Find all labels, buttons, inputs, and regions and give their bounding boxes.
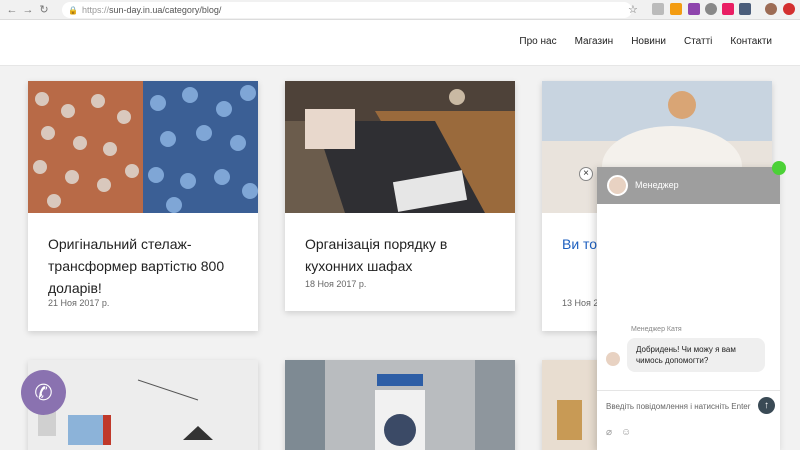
extension-icon[interactable] xyxy=(739,3,751,15)
blog-card[interactable] xyxy=(285,360,515,450)
chat-header-name: Менеджер xyxy=(635,180,679,190)
menu-item-about[interactable]: Про нас xyxy=(519,36,556,47)
emoji-icon[interactable]: ☺ xyxy=(621,427,631,438)
extension-icon[interactable] xyxy=(688,3,700,15)
manager-avatar xyxy=(607,175,628,196)
address-bar[interactable]: 🔒 https:// sun-day.in.ua/category/blog/ xyxy=(62,2,632,18)
chat-widget: Менеджер Менеджер Катя Добридень! Чи мож… xyxy=(597,161,786,450)
send-arrow-icon[interactable]: ↑ xyxy=(758,397,775,414)
post-title[interactable]: Організація порядку в кухонних шафах xyxy=(305,233,495,277)
extension-icon[interactable] xyxy=(783,3,795,15)
message-avatar xyxy=(606,352,620,366)
post-date: 18 Ноя 2017 р. xyxy=(305,279,367,289)
post-title[interactable]: Оригінальний стелаж-трансформер вартістю… xyxy=(48,233,238,299)
menu-item-shop[interactable]: Магазин xyxy=(575,36,614,47)
browser-toolbar: ← → ↻ 🔒 https:// sun-day.in.ua/category/… xyxy=(0,0,800,20)
online-status-dot xyxy=(772,161,786,175)
post-image[interactable] xyxy=(285,360,515,450)
menu-item-contacts[interactable]: Контакти xyxy=(730,36,772,47)
post-image[interactable] xyxy=(28,360,258,450)
blog-card[interactable]: Організація порядку в кухонних шафах 18 … xyxy=(285,81,515,311)
back-icon[interactable]: ← xyxy=(4,2,20,18)
attach-clip-icon[interactable]: ⌀ xyxy=(606,427,612,438)
chat-header[interactable]: Менеджер xyxy=(597,161,786,204)
chat-close-button[interactable]: × xyxy=(579,167,593,181)
chat-message-bubble: Добридень! Чи можу я вам чимось допомогт… xyxy=(627,338,765,372)
message-author: Менеджер Катя xyxy=(631,326,682,333)
extension-icon[interactable] xyxy=(705,3,717,15)
site-header: Про нас Магазин Новини Статті Контакти xyxy=(0,20,800,66)
reload-icon[interactable]: ↻ xyxy=(36,2,52,18)
chat-input-placeholder[interactable]: Введіть повідомлення і натисніть Enter xyxy=(606,401,756,412)
post-image[interactable] xyxy=(28,81,258,213)
menu-item-articles[interactable]: Статті xyxy=(684,36,712,47)
chat-input-area[interactable]: Введіть повідомлення і натисніть Enter ↑… xyxy=(597,390,780,450)
bookmark-star-icon[interactable]: ☆ xyxy=(628,3,638,16)
lock-icon: 🔒 xyxy=(68,5,78,15)
post-image[interactable] xyxy=(285,81,515,213)
post-date: 21 Ноя 2017 р. xyxy=(48,298,110,308)
extension-icon[interactable] xyxy=(722,3,734,15)
url-protocol: https:// xyxy=(81,5,109,15)
menu-item-news[interactable]: Новини xyxy=(631,36,666,47)
phone-call-button[interactable]: ✆ xyxy=(21,370,66,415)
blog-card[interactable] xyxy=(28,360,258,450)
main-menu: Про нас Магазин Новини Статті Контакти xyxy=(519,36,772,47)
profile-avatar-icon[interactable] xyxy=(765,3,777,15)
phone-icon: ✆ xyxy=(34,379,53,405)
blog-card[interactable]: Оригінальний стелаж-трансформер вартістю… xyxy=(28,81,258,331)
extension-icon[interactable] xyxy=(652,3,664,15)
url-text: sun-day.in.ua/category/blog/ xyxy=(108,5,222,15)
extension-icon[interactable] xyxy=(670,3,682,15)
forward-icon[interactable]: → xyxy=(20,2,36,18)
